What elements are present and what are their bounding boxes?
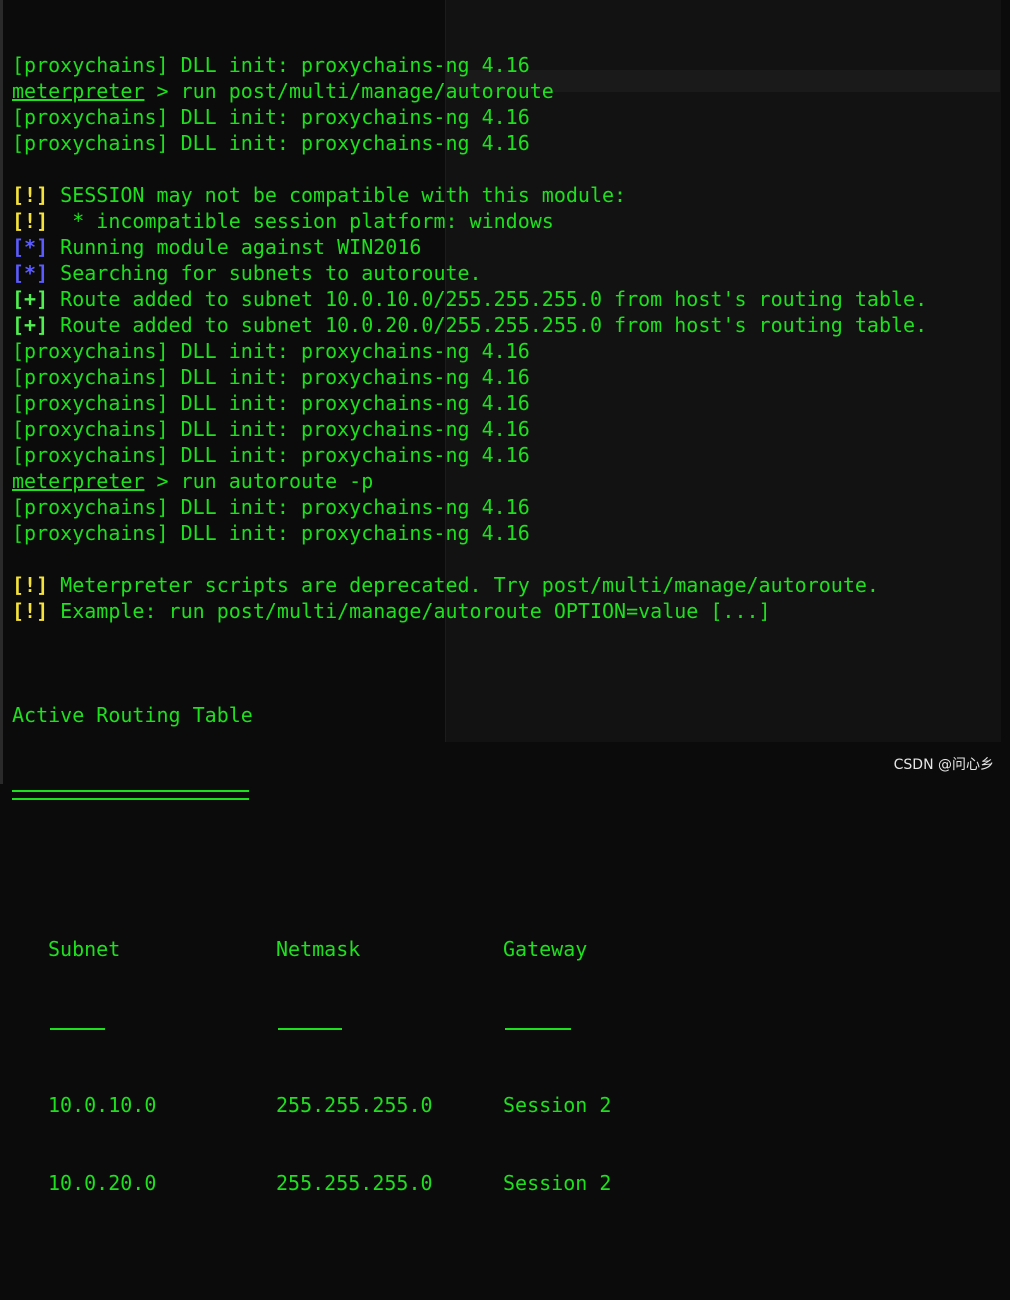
- line-text: [proxychains] DLL init: proxychains-ng 4…: [12, 417, 530, 441]
- routing-table-title: Active Routing Table: [12, 703, 253, 727]
- meterpreter-prompt: meterpreter: [12, 79, 145, 103]
- line-text: [proxychains] DLL init: proxychains-ng 4…: [12, 131, 530, 155]
- line-text: Meterpreter scripts are deprecated. Try …: [48, 573, 879, 597]
- terminal-line: [proxychains] DLL init: proxychains-ng 4…: [12, 390, 927, 416]
- terminal-line: [proxychains] DLL init: proxychains-ng 4…: [12, 130, 927, 156]
- status-tag: [+]: [12, 313, 49, 337]
- status-tag: [!]: [12, 209, 49, 233]
- line-text: Running module against WIN2016: [48, 235, 422, 259]
- gateway-cell: Session 2: [503, 1093, 612, 1117]
- gateway-cell: Session 2: [503, 1171, 612, 1195]
- terminal-line: [proxychains] DLL init: proxychains-ng 4…: [12, 364, 927, 390]
- terminal-line: [proxychains] DLL init: proxychains-ng 4…: [12, 104, 927, 130]
- terminal-line: meterpreter > run autoroute -p: [12, 468, 927, 494]
- terminal-line: [proxychains] DLL init: proxychains-ng 4…: [12, 416, 927, 442]
- netmask-cell: 255.255.255.0: [276, 1171, 433, 1195]
- meterpreter-prompt: meterpreter: [12, 469, 145, 493]
- routing-table-header: Subnet Netmask Gateway: [12, 936, 927, 962]
- line-text: [proxychains] DLL init: proxychains-ng 4…: [12, 443, 530, 467]
- line-text: SESSION may not be compatible with this …: [48, 183, 627, 207]
- subnet-cell: 10.0.10.0: [48, 1093, 157, 1117]
- column-subnet: Subnet: [48, 937, 121, 961]
- terminal-line: [proxychains] DLL init: proxychains-ng 4…: [12, 338, 927, 364]
- status-tag: [+]: [12, 287, 49, 311]
- status-tag: [*]: [12, 261, 49, 285]
- column-gateway: Gateway: [503, 937, 588, 961]
- line-text: Searching for subnets to autoroute.: [48, 261, 482, 285]
- status-tag: [!]: [12, 573, 49, 597]
- terminal-line: [*] Running module against WIN2016: [12, 234, 927, 260]
- subnet-cell: 10.0.20.0: [48, 1171, 157, 1195]
- column-netmask: Netmask: [276, 937, 361, 961]
- line-text: Route added to subnet 10.0.20.0/255.255.…: [48, 313, 928, 337]
- line-text: Route added to subnet 10.0.10.0/255.255.…: [48, 287, 928, 311]
- line-text: [proxychains] DLL init: proxychains-ng 4…: [12, 521, 530, 545]
- line-text: Example: run post/multi/manage/autoroute…: [48, 599, 771, 623]
- terminal-line: [+] Route added to subnet 10.0.20.0/255.…: [12, 312, 927, 338]
- line-text: [proxychains] DLL init: proxychains-ng 4…: [12, 495, 530, 519]
- status-tag: [!]: [12, 599, 49, 623]
- terminal-line: [!] SESSION may not be compatible with t…: [12, 182, 927, 208]
- table-row: 10.0.20.0 255.255.255.0 Session 2: [12, 1170, 927, 1196]
- netmask-cell: 255.255.255.0: [276, 1093, 433, 1117]
- line-text: [proxychains] DLL init: proxychains-ng 4…: [12, 365, 530, 389]
- terminal-line: [!] * incompatible session platform: win…: [12, 208, 927, 234]
- terminal-line: meterpreter > run post/multi/manage/auto…: [12, 78, 927, 104]
- terminal-line: [*] Searching for subnets to autoroute.: [12, 260, 927, 286]
- line-text: [proxychains] DLL init: proxychains-ng 4…: [12, 105, 530, 129]
- status-tag: [!]: [12, 183, 49, 207]
- line-text: > run post/multi/manage/autoroute: [144, 79, 554, 103]
- watermark: CSDN @问心乡: [893, 757, 994, 773]
- line-text: * incompatible session platform: windows: [48, 209, 554, 233]
- terminal-line: [proxychains] DLL init: proxychains-ng 4…: [12, 442, 927, 468]
- line-text: [proxychains] DLL init: proxychains-ng 4…: [12, 53, 530, 77]
- status-tag: [*]: [12, 235, 49, 259]
- terminal-output[interactable]: [proxychains] DLL init: proxychains-ng 4…: [12, 0, 927, 1222]
- window-edge: [0, 0, 3, 784]
- terminal-line: [+] Route added to subnet 10.0.10.0/255.…: [12, 286, 927, 312]
- table-row: 10.0.10.0 255.255.255.0 Session 2: [12, 1092, 927, 1118]
- line-text: > run autoroute -p: [144, 469, 374, 493]
- terminal-line: [!] Meterpreter scripts are deprecated. …: [12, 572, 927, 598]
- terminal-line: [!] Example: run post/multi/manage/autor…: [12, 598, 927, 624]
- terminal-line: [proxychains] DLL init: proxychains-ng 4…: [12, 494, 927, 520]
- routing-table-header-underline: [12, 1014, 927, 1040]
- terminal-line: [proxychains] DLL init: proxychains-ng 4…: [12, 52, 927, 78]
- line-text: [proxychains] DLL init: proxychains-ng 4…: [12, 339, 530, 363]
- line-text: [proxychains] DLL init: proxychains-ng 4…: [12, 391, 530, 415]
- terminal-line: [proxychains] DLL init: proxychains-ng 4…: [12, 520, 927, 546]
